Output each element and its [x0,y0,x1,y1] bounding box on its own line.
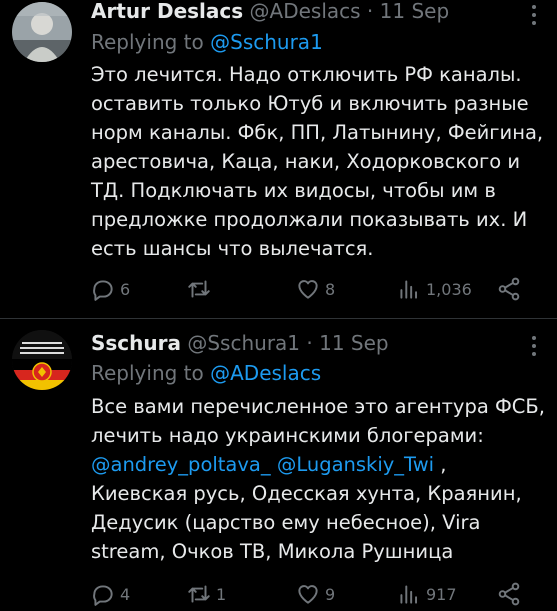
tweet-text-line-mentions: @andrey_poltava_ @Luganskiy_Twi , [91,450,541,479]
reply-count: 4 [120,584,131,604]
avatar[interactable] [12,2,72,62]
like-button[interactable]: 9 [295,581,335,607]
like-count: 9 [325,584,336,604]
avatar[interactable] [12,330,72,390]
mention-link[interactable]: @Luganskiy_Twi [277,453,434,476]
replying-to-prefix: Replying to [91,30,204,54]
tweet-text-line: оставить только Ютуб и включить разные [91,92,529,115]
retweet-icon [188,585,210,603]
replying-to: Replying to @Sschura1 [91,30,323,54]
views-count: 1,036 [426,279,472,299]
retweet-button[interactable]: 1 [186,581,226,607]
retweet-count: 1 [216,584,227,604]
separator-dot: · [366,0,374,23]
display-name[interactable]: Artur Deslacs [91,0,243,23]
views-icon [400,585,418,604]
user-handle[interactable]: @ADeslacs [250,0,361,23]
like-button[interactable]: 8 [295,276,335,302]
tweet-text-line: Киевская русь, Одесская хунта, Краянин, [91,482,522,505]
tweet-text-line: Это лечится. Надо отключить РФ каналы. [91,63,522,86]
reply-icon [93,280,113,301]
views-count: 917 [426,584,457,604]
views-button[interactable]: 917 [396,581,457,607]
replying-to-mention[interactable]: @Sschura1 [210,30,323,54]
share-button[interactable] [496,581,522,607]
tweet-text: Все вами перечисленное это агентура ФСБ,… [91,392,545,566]
views-button[interactable]: 1,036 [396,276,472,302]
tweet-actions: 6 8 1,036 [90,276,530,306]
heart-icon [298,280,318,299]
tweet-text: Это лечится. Надо отключить РФ каналы. о… [91,60,544,263]
tweet-actions: 4 1 9 917 [90,581,530,611]
mention-link[interactable]: @andrey_poltava_ [91,453,271,476]
share-button[interactable] [496,276,522,302]
replying-to-prefix: Replying to [91,361,204,385]
avatar-photo-icon [12,2,72,62]
share-icon [498,277,520,301]
tweet-text-line: Дедусик (царство ему небесное), Vira [91,511,481,534]
tweet-text-line: Все вами перечисленное это агентура ФСБ, [91,395,545,418]
tweet-artur-deslacs[interactable]: Artur Deslacs @ADeslacs · 11 Sep Replyin… [0,0,557,318]
tweet-text-line: есть шансы что вылечатся. [91,237,374,260]
replying-to-mention[interactable]: @ADeslacs [210,361,321,385]
tweet-header: Artur Deslacs @ADeslacs · 11 Sep [91,0,449,23]
reply-count: 6 [120,279,131,299]
separator-dot: · [306,331,313,355]
reply-button[interactable]: 6 [90,276,130,302]
tweet-text-line: stream, Очков ТВ, Микола Рушница [91,540,454,563]
replying-to: Replying to @ADeslacs [91,361,321,385]
reply-icon [93,585,113,606]
reply-button[interactable]: 4 [90,581,130,607]
tweet-text-line: ТД. Подключать их видосы, чтобы им в [91,179,496,202]
tweet-header: Sschura @Sschura1 · 11 Sep [91,331,389,355]
tweet-text-line: лечить надо украинскими блогерами: [91,424,484,447]
retweet-icon [188,280,210,298]
tweet-sschura[interactable]: Sschura @Sschura1 · 11 Sep Replying to @… [0,319,557,606]
like-count: 8 [325,279,336,299]
tweet-date[interactable]: 11 Sep [380,0,450,23]
share-icon [498,582,520,606]
tweet-text-line: предложке продолжали показывать их. И [91,208,528,231]
tweet-date[interactable]: 11 Sep [319,331,389,355]
heart-icon [298,585,318,604]
mention-suffix: , [434,453,447,476]
user-handle[interactable]: @Sschura1 [187,331,300,355]
display-name[interactable]: Sschura [91,331,181,355]
retweet-button[interactable] [186,276,216,302]
tweet-text-line: арестовича, Каца, наки, Ходорковского и [91,150,521,173]
more-options-icon[interactable] [531,5,537,29]
gdr-flag-avatar-icon [12,330,72,390]
views-icon [400,280,418,299]
tweet-text-line: норм каналы. Фбк, ПП, Латынину, Фейгина, [91,121,544,144]
more-options-icon[interactable] [531,336,537,360]
